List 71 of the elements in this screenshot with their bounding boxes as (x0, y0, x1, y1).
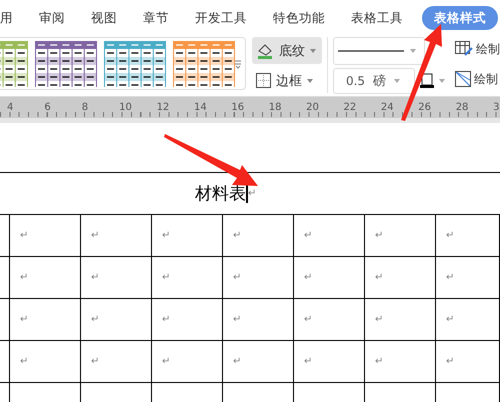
paragraph-mark: ↵ (375, 314, 384, 325)
border-grid-icon (256, 73, 272, 88)
paragraph-mark: ↵ (91, 314, 100, 325)
ruler-number: 6 (44, 102, 52, 113)
menu-tab[interactable]: 章节 (130, 6, 182, 30)
paragraph-mark: ↵ (446, 230, 454, 241)
paragraph-mark: ↵ (233, 356, 242, 367)
paragraph-mark: ↵ (162, 272, 170, 283)
ruler-number: 10 (119, 102, 133, 113)
ruler-number: 28 (456, 102, 470, 113)
paragraph-mark: ↵ (304, 272, 312, 283)
menu-tab[interactable]: 用 (0, 6, 26, 30)
diagonal-border-icon (454, 71, 471, 87)
paragraph-mark: ↵ (162, 314, 170, 325)
border-button[interactable]: 边框 (252, 67, 322, 94)
ruler-number: 26 (418, 102, 432, 113)
ruler-number: 22 (344, 102, 358, 113)
table-pencil-icon (454, 41, 473, 57)
menu-tab[interactable]: 审阅 (26, 6, 78, 30)
paragraph-mark: ↵ (233, 272, 242, 283)
gallery-scroll-icon[interactable] (234, 58, 242, 68)
paragraph-mark: ↵ (91, 272, 100, 283)
ruler-number: 3 (493, 102, 500, 113)
ruler-number: 24 (380, 102, 395, 113)
paragraph-mark: ↵ (162, 230, 170, 241)
table-style-thumbnail[interactable] (173, 40, 235, 86)
paragraph-mark: ↵ (20, 356, 28, 367)
table-style-thumbnail[interactable] (35, 40, 97, 86)
paragraph-mark: ↵ (233, 230, 242, 241)
paragraph-mark: ↵ (233, 314, 242, 325)
ruler-number: 12 (156, 102, 170, 113)
menu-tab[interactable]: 表格工具 (338, 6, 416, 30)
paragraph-mark: ↵ (248, 188, 256, 199)
paragraph-mark: ↵ (304, 314, 312, 325)
caret-icon (410, 49, 416, 53)
draw-table-button[interactable]: 绘制 (450, 37, 500, 61)
paragraph-mark: ↵ (304, 356, 312, 367)
table-title: 材料表 (195, 183, 246, 205)
ruler-number: 4 (7, 102, 14, 113)
menu-tab[interactable]: 特色功能 (260, 6, 338, 30)
ruler-number: 14 (194, 102, 208, 113)
caret-icon (394, 79, 400, 83)
caret-icon (307, 78, 314, 82)
ruler-number: 8 (82, 102, 90, 113)
paragraph-mark: ↵ (91, 356, 100, 367)
paragraph-mark: ↵ (20, 230, 28, 241)
paragraph-mark: ↵ (446, 356, 454, 367)
text-cursor (246, 184, 248, 203)
paragraph-mark: ↵ (20, 314, 28, 325)
menu-tab[interactable]: 开发工具 (182, 6, 260, 30)
paragraph-mark: ↵ (446, 314, 454, 325)
paragraph-mark: ↵ (446, 272, 454, 283)
paragraph-mark: ↵ (375, 356, 384, 367)
paragraph-mark: ↵ (375, 230, 384, 241)
line-style-dropdown[interactable] (332, 37, 425, 65)
pen-color-icon[interactable] (418, 73, 447, 89)
shading-button[interactable]: 底纹 (252, 37, 322, 64)
paragraph-mark: ↵ (304, 230, 312, 241)
paragraph-mark: ↵ (162, 356, 170, 367)
table-style-thumbnail[interactable] (104, 40, 166, 86)
ruler-number: 20 (306, 102, 320, 113)
solid-line-icon (338, 49, 404, 53)
draw-diagonal-button[interactable]: 绘制 (450, 67, 500, 91)
caret-icon (310, 48, 316, 52)
paragraph-mark: ↵ (20, 272, 28, 283)
ruler-number: 16 (231, 102, 246, 113)
menu-tab[interactable]: 视图 (78, 6, 130, 30)
paragraph-mark: ↵ (91, 230, 100, 241)
ruler-number: 18 (268, 102, 282, 113)
paragraph-mark: ↵ (375, 272, 384, 283)
paint-bucket-icon (256, 42, 274, 58)
